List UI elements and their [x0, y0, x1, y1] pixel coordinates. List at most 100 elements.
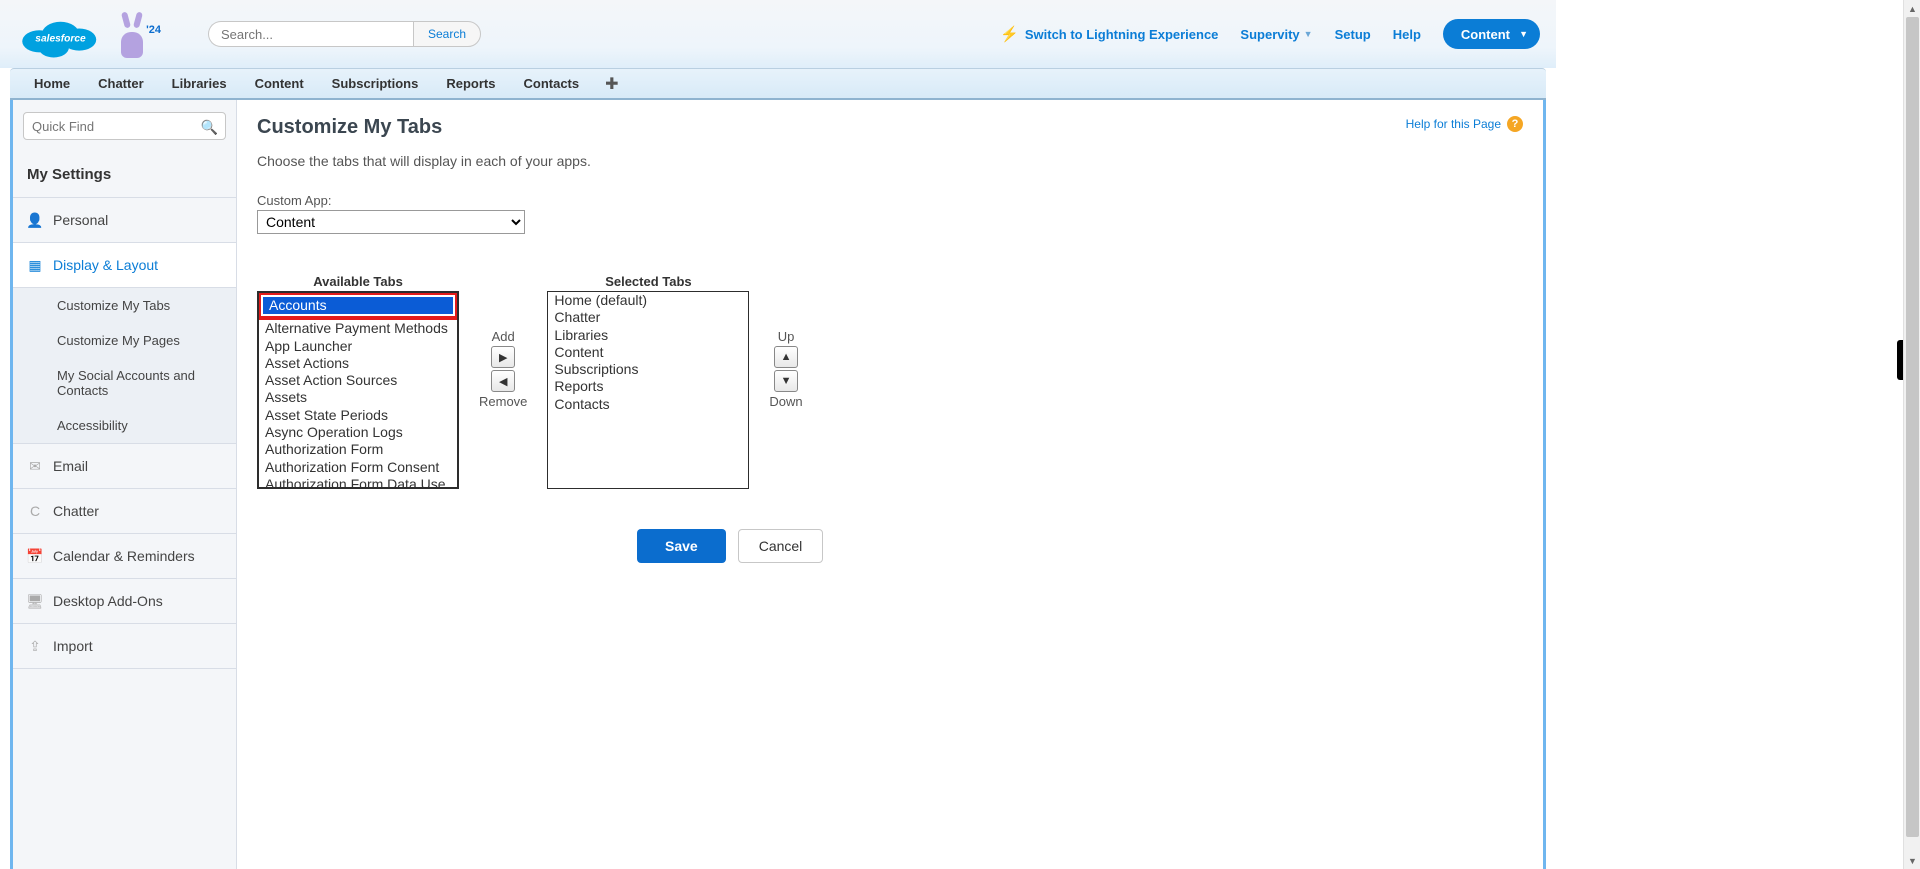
selected-tab-option[interactable]: Contacts — [548, 396, 748, 413]
selected-tab-option[interactable]: Subscriptions — [548, 361, 748, 378]
available-tab-option[interactable]: Assets — [259, 389, 457, 406]
sidebar-item-display-layout[interactable]: ▦ Display & Layout — [13, 243, 236, 288]
remove-label: Remove — [479, 394, 527, 409]
main-content: Help for this Page ? Customize My Tabs C… — [237, 100, 1543, 869]
nav-tab-contacts[interactable]: Contacts — [509, 68, 593, 100]
salesforce-logo: salesforce — [18, 7, 103, 62]
sidebar-item-label: Email — [53, 458, 88, 474]
selected-tab-option[interactable]: Home (default) — [548, 292, 748, 309]
switch-lightning-label: Switch to Lightning Experience — [1025, 27, 1219, 42]
sidebar-item-label: Chatter — [53, 503, 99, 519]
add-button[interactable]: ▶ — [491, 346, 515, 368]
caret-down-icon: ▼ — [1519, 29, 1528, 39]
lightning-icon: ⚡ — [1000, 25, 1019, 43]
search-input[interactable] — [208, 21, 413, 47]
available-tab-option[interactable]: App Launcher — [259, 338, 457, 355]
user-menu[interactable]: Supervity ▼ — [1240, 27, 1312, 42]
down-button[interactable]: ▼ — [774, 370, 798, 392]
available-tab-option[interactable]: Async Operation Logs — [259, 424, 457, 441]
nav-tab-content[interactable]: Content — [241, 68, 318, 100]
available-tab-option[interactable]: Authorization Form Data Use — [259, 476, 457, 489]
help-link[interactable]: Help — [1393, 27, 1421, 42]
nav-tab-add[interactable]: ✚ — [593, 74, 630, 94]
selected-tab-option[interactable]: Reports — [548, 378, 748, 395]
chatter-icon: C — [27, 503, 43, 519]
sidebar-sub-customize-my-tabs[interactable]: Customize My Tabs — [13, 288, 236, 323]
available-tab-option[interactable]: Authorization Form Consent — [259, 459, 457, 476]
sidebar-item-chatter[interactable]: C Chatter — [13, 489, 236, 534]
up-label: Up — [778, 329, 795, 344]
calendar-icon: 📅 — [27, 548, 43, 564]
selected-tab-option[interactable]: Libraries — [548, 327, 748, 344]
person-icon: 👤 — [27, 212, 43, 228]
available-tab-option[interactable]: Asset Action Sources — [259, 372, 457, 389]
help-for-page-link[interactable]: Help for this Page — [1406, 117, 1501, 131]
mascot-icon: '24 — [113, 10, 153, 58]
sidebar-sub-my-social-accounts-and-contacts[interactable]: My Social Accounts and Contacts — [13, 358, 236, 408]
nav-tab-reports[interactable]: Reports — [432, 68, 509, 100]
button-row: Save Cancel — [637, 529, 1523, 563]
scroll-thumb[interactable] — [1906, 17, 1919, 837]
nav-tab-chatter[interactable]: Chatter — [84, 68, 158, 100]
highlight-box: Accounts — [257, 291, 459, 320]
nav-tabs: HomeChatterLibrariesContentSubscriptions… — [10, 68, 1546, 100]
setup-link[interactable]: Setup — [1335, 27, 1371, 42]
sidebar-item-import[interactable]: ⇪ Import — [13, 624, 236, 669]
content-row: 🔍 My Settings 👤Personal ▦ Display & Layout… — [10, 100, 1546, 869]
nav-tab-libraries[interactable]: Libraries — [158, 68, 241, 100]
available-tabs-header: Available Tabs — [257, 274, 459, 289]
search-icon: 🔍 — [201, 119, 218, 136]
app-switcher-pill[interactable]: Content ▼ — [1443, 19, 1540, 49]
nav-tab-subscriptions[interactable]: Subscriptions — [318, 68, 433, 100]
down-label: Down — [769, 394, 802, 409]
sidebar-sub-customize-my-pages[interactable]: Customize My Pages — [13, 323, 236, 358]
quick-find-input[interactable] — [23, 112, 226, 140]
scroll-down-icon[interactable]: ▼ — [1904, 852, 1920, 869]
available-tab-option[interactable]: Asset Actions — [259, 355, 457, 372]
header-right: ⚡ Switch to Lightning Experience Supervi… — [1000, 0, 1540, 68]
scroll-up-icon[interactable]: ▲ — [1904, 0, 1920, 17]
available-tabs-listbox[interactable]: Accounts Alternative Payment MethodsApp L… — [257, 291, 459, 489]
page-description: Choose the tabs that will display in eac… — [257, 153, 1523, 169]
global-search: Search — [208, 21, 481, 47]
sidebar-item-label: Display & Layout — [53, 257, 158, 273]
selected-tab-option[interactable]: Chatter — [548, 309, 748, 326]
app-header: salesforce '24 Search ⚡ Switch to Lightn… — [0, 0, 1556, 68]
app-switcher-label: Content — [1461, 27, 1510, 42]
selected-tabs-header: Selected Tabs — [547, 274, 749, 289]
sidebar-sub-accessibility[interactable]: Accessibility — [13, 408, 236, 443]
up-button[interactable]: ▲ — [774, 346, 798, 368]
selected-tab-option[interactable]: Content — [548, 344, 748, 361]
sidebar-item-desktop-add-ons[interactable]: 🖥Desktop Add-Ons — [13, 579, 236, 624]
page-title: Customize My Tabs — [257, 116, 1523, 139]
mascot-year: '24 — [146, 24, 161, 36]
selected-tabs-listbox[interactable]: Home (default)ChatterLibrariesContentSub… — [547, 291, 749, 489]
nav-tab-home[interactable]: Home — [20, 68, 84, 100]
layout-icon: ▦ — [27, 257, 43, 273]
available-tab-option[interactable]: Asset State Periods — [259, 407, 457, 424]
help-icon[interactable]: ? — [1507, 116, 1523, 132]
switch-lightning-link[interactable]: ⚡ Switch to Lightning Experience — [1000, 25, 1218, 43]
sidebar-submenu: Customize My TabsCustomize My PagesMy So… — [13, 288, 236, 444]
sidebar-item-personal[interactable]: 👤Personal — [13, 198, 236, 243]
my-settings-heading: My Settings — [13, 152, 236, 198]
browser-scrollbar[interactable]: ▲ ▼ — [1903, 0, 1920, 869]
available-tab-option[interactable]: Accounts — [263, 297, 453, 314]
custom-app-label: Custom App: — [257, 193, 1523, 208]
sidebar-item-calendar-reminders[interactable]: 📅 Calendar & Reminders — [13, 534, 236, 579]
available-tab-option[interactable]: Authorization Form — [259, 441, 457, 458]
available-tab-option[interactable]: Alternative Payment Methods — [259, 320, 457, 337]
sidebar-item-label: Calendar & Reminders — [53, 548, 195, 564]
mail-icon: ✉ — [27, 458, 43, 474]
sidebar: 🔍 My Settings 👤Personal ▦ Display & Layout… — [13, 100, 237, 869]
help-for-page: Help for this Page ? — [1406, 116, 1523, 132]
save-button[interactable]: Save — [637, 529, 726, 563]
sidebar-item-label: Import — [53, 638, 93, 654]
custom-app-select[interactable]: Content — [257, 210, 525, 234]
remove-button[interactable]: ◀ — [491, 370, 515, 392]
search-button[interactable]: Search — [413, 21, 481, 47]
sidebar-item-email[interactable]: ✉ Email — [13, 444, 236, 489]
import-icon: ⇪ — [27, 638, 43, 654]
cancel-button[interactable]: Cancel — [738, 529, 824, 563]
user-menu-label: Supervity — [1240, 27, 1299, 42]
